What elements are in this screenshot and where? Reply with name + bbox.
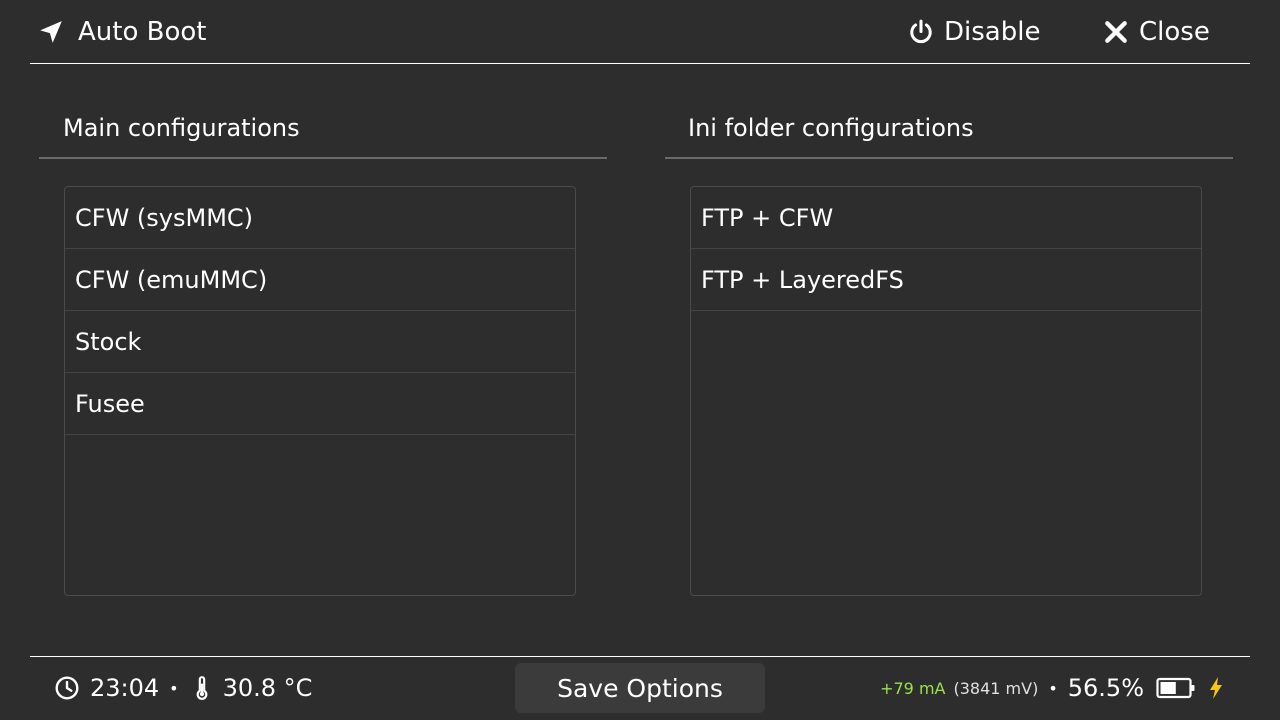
ini-configurations-underline xyxy=(665,157,1233,159)
current-readout: +79 mA xyxy=(880,678,946,698)
ini-configurations-title: Ini folder configurations xyxy=(688,114,974,142)
list-item-cfw-sysmmc[interactable]: CFW (sysMMC) xyxy=(65,187,575,249)
list-item-label: Fusee xyxy=(75,389,145,418)
voltage-readout: (3841 mV) xyxy=(953,678,1039,698)
save-options-label: Save Options xyxy=(557,673,723,703)
close-button-label: Close xyxy=(1139,17,1210,47)
footer-divider xyxy=(30,656,1250,657)
close-x-icon xyxy=(1105,21,1127,43)
list-item-stock[interactable]: Stock xyxy=(65,311,575,373)
power-icon xyxy=(910,19,932,44)
header-divider xyxy=(30,63,1250,64)
disable-button-label: Disable xyxy=(944,17,1041,47)
separator: • xyxy=(169,678,179,698)
list-item-label: FTP + LayeredFS xyxy=(701,265,904,294)
list-item-label: CFW (emuMMC) xyxy=(75,265,268,294)
main-configurations-underline xyxy=(39,157,607,159)
battery-icon xyxy=(1156,677,1195,699)
save-options-button[interactable]: Save Options xyxy=(515,663,765,713)
status-left: 23:04 • 30.8 °C xyxy=(54,670,312,706)
close-button[interactable]: Close xyxy=(1103,14,1210,50)
list-item-ftp-cfw[interactable]: FTP + CFW xyxy=(691,187,1201,249)
ini-configurations-list: FTP + CFW FTP + LayeredFS xyxy=(690,186,1202,596)
temperature-readout: 30.8 °C xyxy=(222,674,313,702)
app-title-label: Auto Boot xyxy=(78,17,207,47)
lightning-bolt-icon xyxy=(1210,677,1222,699)
list-item-fusee[interactable]: Fusee xyxy=(65,373,575,435)
main-configurations-list: CFW (sysMMC) CFW (emuMMC) Stock Fusee xyxy=(64,186,576,596)
disable-button[interactable]: Disable xyxy=(908,14,1040,50)
separator: • xyxy=(1048,678,1058,698)
thermometer-icon xyxy=(196,676,208,700)
battery-percent: 56.5% xyxy=(1067,674,1144,702)
list-item-ftp-layeredfs[interactable]: FTP + LayeredFS xyxy=(691,249,1201,311)
list-item-label: CFW (sysMMC) xyxy=(75,203,254,232)
main-configurations-title: Main configurations xyxy=(63,114,300,142)
app-title: Auto Boot xyxy=(38,14,206,50)
status-right: +79 mA (3841 mV) • 56.5% xyxy=(880,670,1228,706)
list-item-label: FTP + CFW xyxy=(701,203,834,232)
list-item-label: Stock xyxy=(75,327,142,356)
clock-icon xyxy=(55,676,79,700)
time-readout: 23:04 xyxy=(90,674,160,702)
list-item-cfw-emummc[interactable]: CFW (emuMMC) xyxy=(65,249,575,311)
navigation-arrow-icon xyxy=(40,21,62,43)
